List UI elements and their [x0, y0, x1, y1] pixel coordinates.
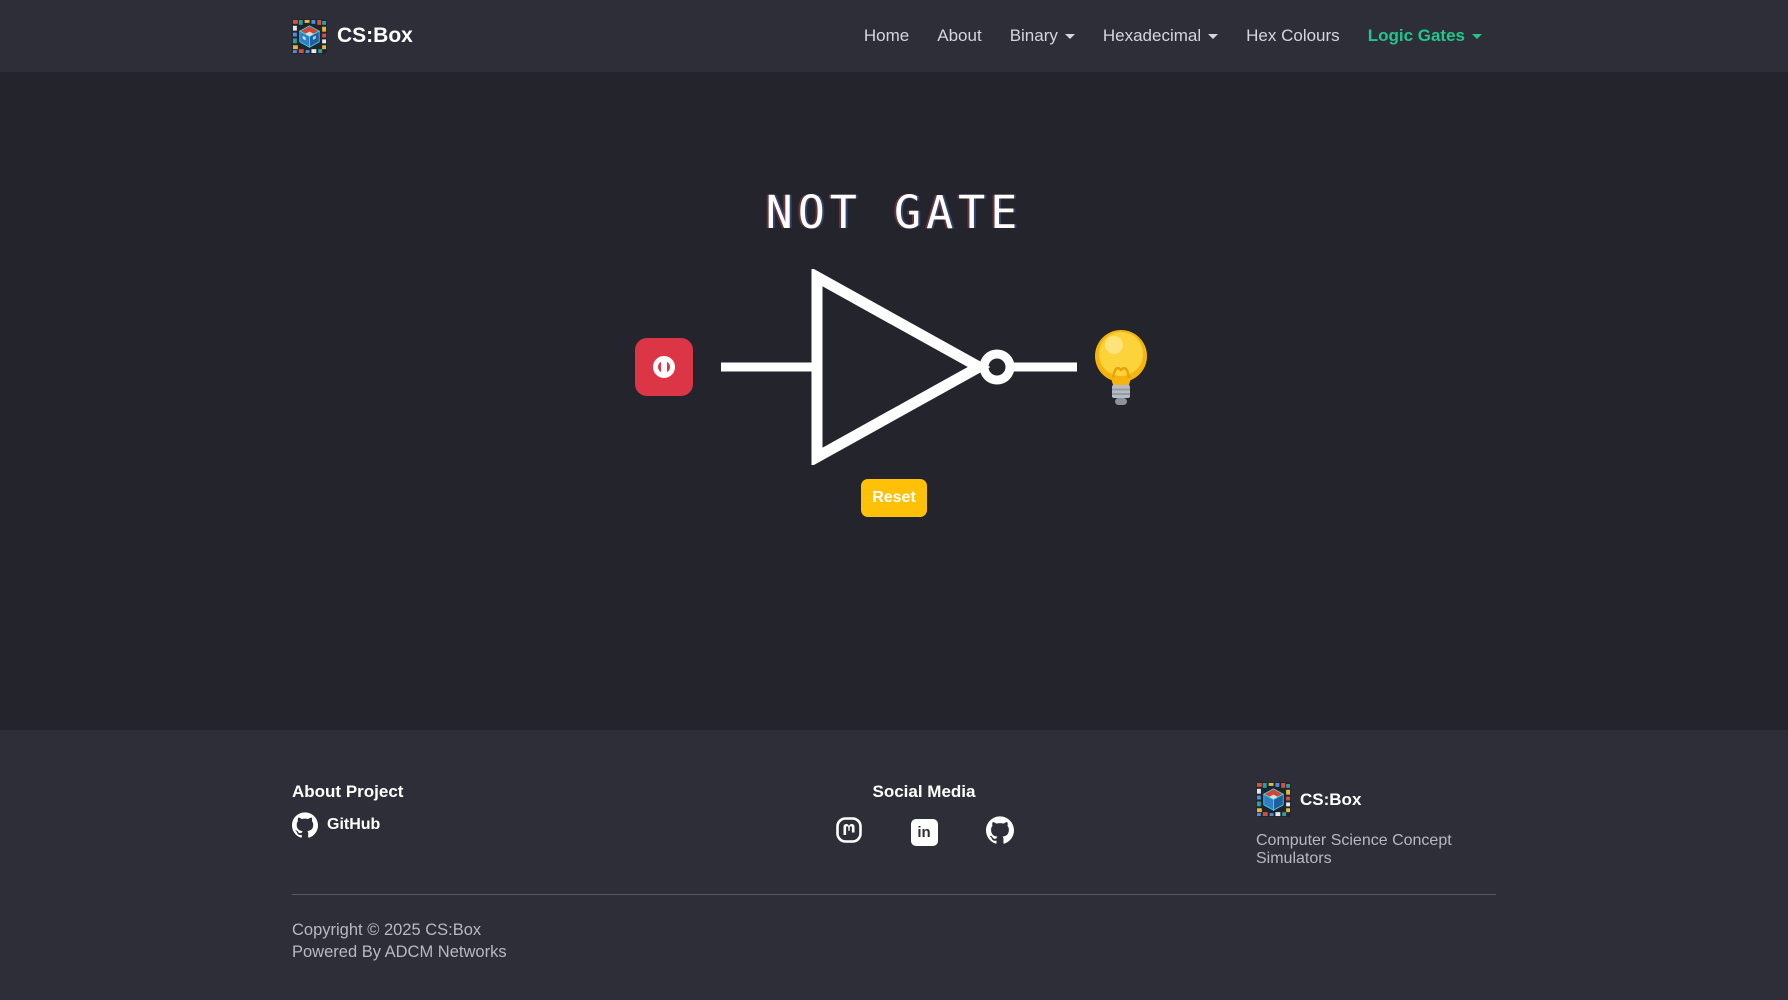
about-project-heading: About Project [292, 782, 592, 802]
copyright-line: Copyright © 2025 CS:Box [292, 919, 1496, 941]
input-toggle-button[interactable] [635, 338, 693, 396]
nav-item-label: Logic Gates [1368, 26, 1465, 46]
nav-item-hex-colours[interactable]: Hex Colours [1232, 17, 1354, 55]
github-link[interactable]: GitHub [292, 812, 592, 838]
gate-title: NOT GATE [766, 190, 1023, 235]
footer-social-section: Social Media in [835, 782, 1014, 868]
footer-brand: CS:Box [1256, 782, 1496, 817]
not-gate-symbol [721, 269, 1081, 465]
chevron-down-icon [1472, 34, 1482, 39]
powered-by-line: Powered By ADCM Networks [292, 941, 1496, 963]
main-content: NOT GATE Reset [0, 72, 1788, 730]
nav-item-home[interactable]: Home [850, 17, 923, 55]
footer-about-section: About Project GitHub [292, 782, 592, 868]
nav-item-label: Hex Colours [1246, 26, 1340, 46]
inversion-bubble [984, 354, 1010, 380]
social-media-heading: Social Media [873, 782, 976, 802]
footer-divider [292, 894, 1496, 895]
csbox-logo-icon [1256, 782, 1291, 817]
copyright-block: Copyright © 2025 CS:Box Powered By ADCM … [292, 919, 1496, 964]
reset-button[interactable]: Reset [861, 479, 927, 517]
footer-brand-section: CS:Box Computer Science Concept Simulato… [1256, 782, 1496, 868]
github-icon[interactable] [986, 816, 1014, 849]
nav-item-label: Hexadecimal [1103, 26, 1201, 46]
footer-brand-text: CS:Box [1300, 790, 1361, 810]
nav-item-label: Home [864, 26, 909, 46]
nav-item-label: About [937, 26, 981, 46]
chevron-down-icon [1065, 34, 1075, 39]
nav-item-binary[interactable]: Binary [996, 17, 1089, 55]
csbox-logo-icon [292, 19, 327, 54]
github-icon [292, 812, 318, 838]
nav-item-about[interactable]: About [923, 17, 995, 55]
not-gate-diagram [635, 269, 1153, 465]
inverter-triangle [817, 277, 979, 457]
nav-menu: Home About Binary Hexadecimal Hex Colour… [850, 17, 1496, 55]
linkedin-icon[interactable]: in [911, 819, 938, 846]
nav-item-logic-gates[interactable]: Logic Gates [1354, 17, 1496, 55]
footer-tagline: Computer Science Concept Simulators [1256, 832, 1496, 868]
chevron-down-icon [1208, 34, 1218, 39]
mastodon-icon[interactable] [835, 816, 863, 849]
brand-link[interactable]: CS:Box [292, 19, 413, 54]
brand-text: CS:Box [337, 24, 413, 48]
github-link-label: GitHub [327, 816, 380, 834]
nav-item-label: Binary [1010, 26, 1058, 46]
navbar: CS:Box Home About Binary Hexadecimal Hex… [0, 0, 1788, 72]
lightbulb-on-icon [1089, 328, 1153, 406]
nav-item-hexadecimal[interactable]: Hexadecimal [1089, 17, 1232, 55]
input-zero-icon-bar [661, 357, 667, 377]
footer: About Project GitHub Social Media [0, 730, 1788, 1000]
